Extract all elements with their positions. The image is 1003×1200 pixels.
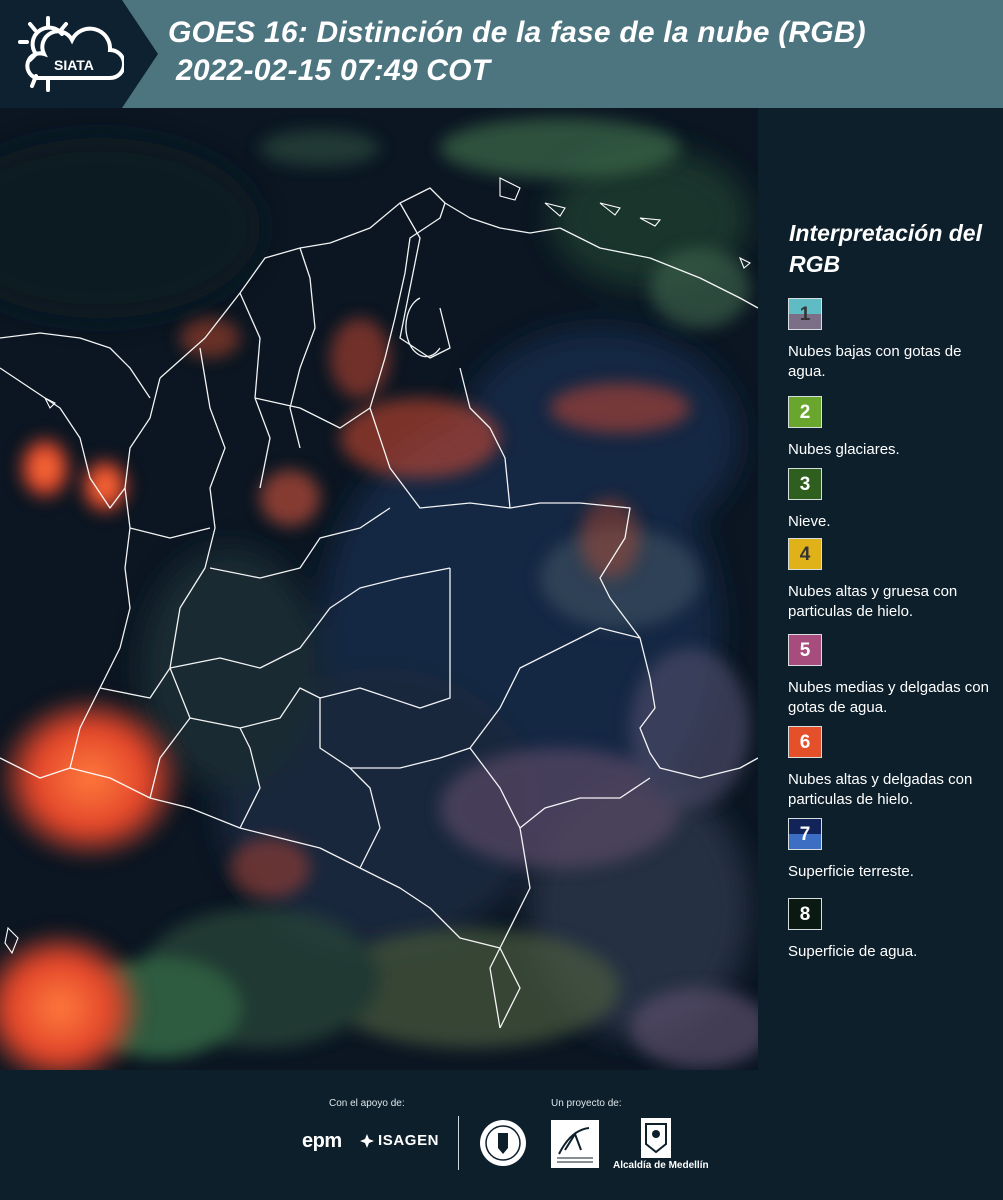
legend-item-4: 4 Nubes altas y gruesa con particulas de… (788, 538, 998, 622)
legend-swatch-1: 1 (788, 298, 822, 330)
title-line-2: 2022-02-15 07:49 COT (176, 54, 491, 87)
legend-item-5: 5 Nubes medias y delgadas con gotas de a… (788, 634, 998, 718)
legend-panel: Interpretación del RGB 1 Nubes bajas con… (762, 108, 1003, 1070)
isagen-logo-icon (360, 1134, 374, 1148)
legend-label-4: Nubes altas y gruesa con particulas de h… (788, 583, 958, 620)
legend-swatch-2: 2 (788, 396, 822, 428)
legend-label-8: Superficie de agua. (788, 943, 918, 960)
project-label: Un proyecto de: (551, 1098, 622, 1109)
legend-item-7: 7 Superficie terreste. (788, 818, 998, 882)
university-seal-icon (480, 1120, 526, 1166)
siata-logo-text: SIATA (54, 57, 94, 73)
legend-item-2: 2 Nubes glaciares. (788, 396, 998, 460)
legend-swatch-6: 6 (788, 726, 822, 758)
title-line-1: GOES 16: Distinción de la fase de la nub… (168, 16, 866, 49)
epm-logo: epm (302, 1130, 342, 1152)
legend-number-5: 5 (799, 640, 811, 661)
legend-swatch-7: 7 (788, 818, 822, 850)
siata-logo-panel: SIATA (0, 0, 158, 108)
legend-number-4: 4 (799, 544, 811, 565)
footer: Con el apoyo de: Un proyecto de: epm ISA… (0, 1070, 1003, 1200)
footer-divider (458, 1116, 459, 1170)
legend-label-5: Nubes medias y delgadas con gotas de agu… (788, 679, 989, 716)
rgb-satellite-image (0, 108, 758, 1070)
legend-item-1: 1 Nubes bajas con gotas de agua. (788, 298, 998, 382)
legend-number-2: 2 (799, 402, 811, 423)
legend-swatch-4: 4 (788, 538, 822, 570)
legend-number-3: 3 (799, 474, 811, 495)
isagen-logo: ISAGEN (378, 1132, 440, 1149)
legend-swatch-5: 5 (788, 634, 822, 666)
legend-swatch-3: 3 (788, 468, 822, 500)
page-title: GOES 16: Distinción de la fase de la nub… (168, 14, 866, 90)
legend-item-8: 8 Superficie de agua. (788, 898, 998, 962)
legend-label-7: Superficie terreste. (788, 863, 914, 880)
support-label: Con el apoyo de: (329, 1098, 405, 1109)
siata-logo-icon: SIATA (18, 16, 124, 92)
legend-title: Interpretación del RGB (789, 220, 982, 277)
alcaldia-logo: Alcaldía de Medellín (613, 1160, 709, 1171)
header-bar: SIATA GOES 16: Distinción de la fase de … (0, 0, 1003, 108)
legend-label-3: Nieve. (788, 513, 831, 530)
amva-logo-icon (557, 1127, 593, 1163)
legend-swatch-8: 8 (788, 898, 822, 930)
legend-item-3: 3 Nieve. (788, 468, 998, 532)
alcaldia-shield-icon (641, 1118, 671, 1158)
satellite-map[interactable] (0, 108, 758, 1070)
legend-number-1: 1 (799, 304, 811, 325)
legend-item-6: 6 Nubes altas y delgadas con particulas … (788, 726, 998, 810)
legend-label-1: Nubes bajas con gotas de agua. (788, 343, 962, 380)
legend-number-8: 8 (799, 904, 811, 925)
legend-label-6: Nubes altas y delgadas con particulas de… (788, 771, 973, 808)
legend-label-2: Nubes glaciares. (788, 441, 900, 458)
legend-number-6: 6 (799, 732, 811, 753)
legend-number-7: 7 (799, 824, 811, 845)
amva-logo (551, 1120, 599, 1168)
